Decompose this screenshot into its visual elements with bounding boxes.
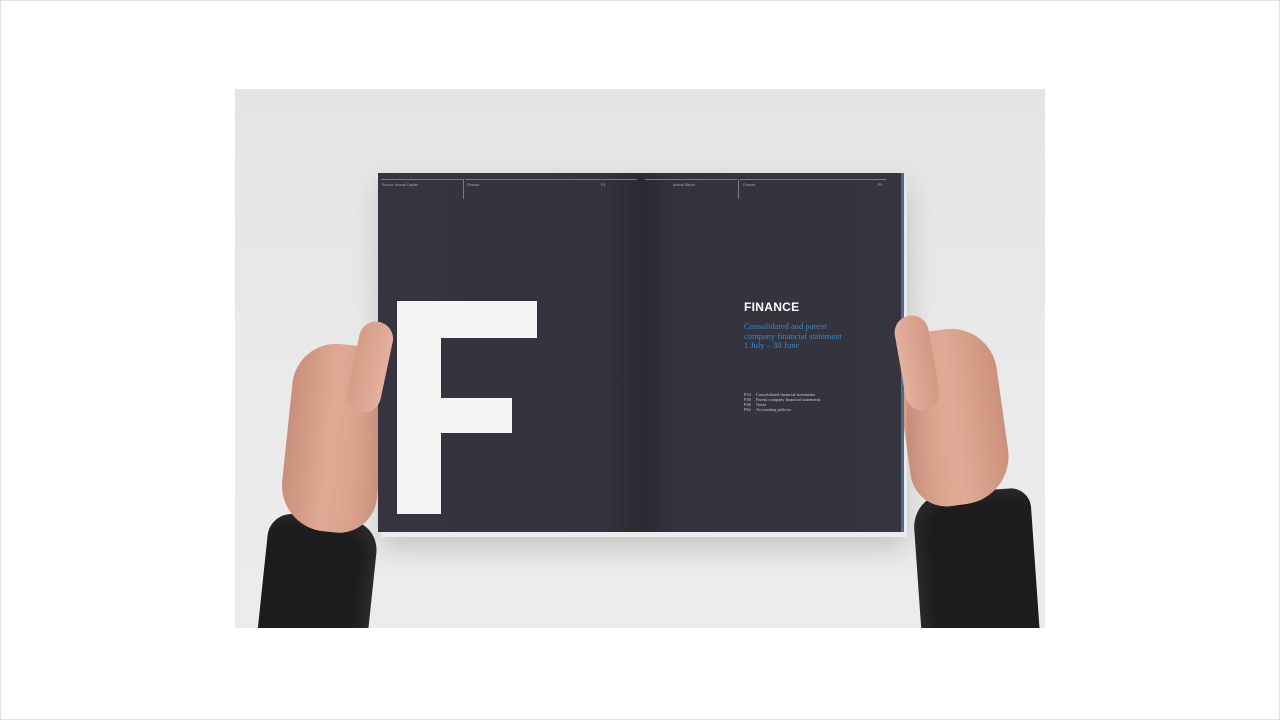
photo: Source: Annual Capital Finance P4 Annual… <box>235 89 1045 628</box>
finance-title: FINANCE <box>744 300 800 314</box>
header-divider <box>738 179 739 199</box>
header-divider <box>463 179 464 199</box>
left-header-section: Finance <box>467 183 480 187</box>
right-header-page: P5 <box>878 183 883 187</box>
right-header-section: Finance <box>743 183 756 187</box>
magazine-right-page <box>642 173 903 532</box>
left-header-source: Source: Annual Capital <box>382 183 418 187</box>
right-sleeve <box>911 487 1041 628</box>
right-header-source: Annual Report <box>673 183 696 187</box>
toc-item: P62 Accounting policies <box>744 407 792 412</box>
header-rule <box>740 179 886 180</box>
table-of-contents: P34 Consolidated financial statements P40… <box>744 392 821 412</box>
header-rule <box>645 179 737 180</box>
finance-subtitle: Consolidated and parent company financia… <box>744 321 884 351</box>
left-header-page: P4 <box>601 183 606 187</box>
header-rule <box>465 179 637 180</box>
subtitle-line: 1 July – 30 June <box>744 340 800 350</box>
header-rule <box>381 179 463 180</box>
